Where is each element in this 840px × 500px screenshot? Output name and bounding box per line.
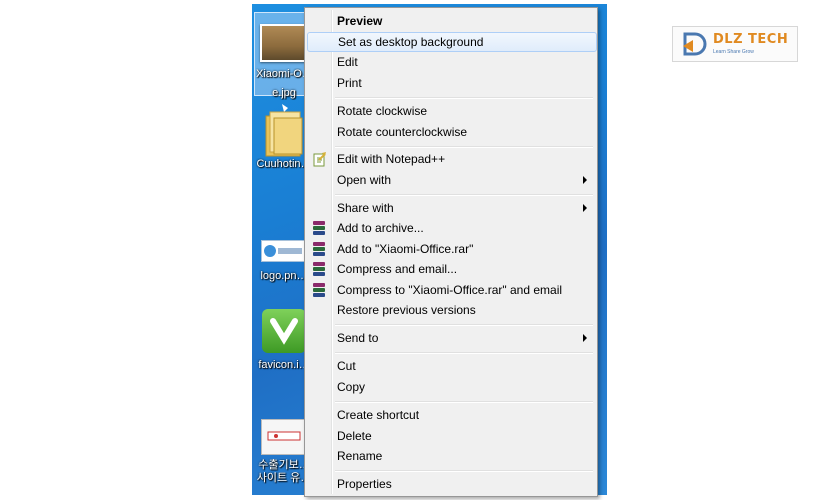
brand-logo: DLZ TECH Learn Share Grow [672,26,798,62]
menu-item-delete[interactable]: Delete [307,426,595,446]
menu-item-rotate-clockwise[interactable]: Rotate clockwise [307,101,595,121]
menu-item-compress-and-email[interactable]: Compress and email... [307,259,595,279]
menu-item-properties[interactable]: Properties [307,474,595,494]
menu-item-rotate-counterclockwise[interactable]: Rotate counterclockwise [307,122,595,142]
menu-item-add-to-rar[interactable]: Add to "Xiaomi-Office.rar" [307,239,595,259]
menu-item-edit[interactable]: Edit [307,52,595,72]
menu-item-rename[interactable]: Rename [307,446,595,466]
folder-icon [262,102,306,158]
menu-item-compress-to-rar-and-email[interactable]: Compress to "Xiaomi-Office.rar" and emai… [307,280,595,300]
menu-separator [335,146,593,148]
notepadpp-icon [312,151,328,167]
favicon-icon [262,309,306,353]
menu-item-restore-previous-versions[interactable]: Restore previous versions [307,300,595,320]
menu-item-preview[interactable]: Preview [307,11,595,31]
menu-item-open-with[interactable]: Open with [307,170,595,190]
brand-name: DLZ TECH [713,32,789,47]
submenu-arrow-icon [583,176,587,184]
menu-item-copy[interactable]: Copy [307,377,595,397]
document-thumbnail-icon [261,419,307,455]
menu-item-send-to[interactable]: Send to [307,328,595,348]
menu-separator [335,194,593,196]
brand-tagline: Learn Share Grow [713,49,754,55]
menu-item-cut[interactable]: Cut [307,356,595,376]
png-file-icon [261,240,307,262]
winrar-icon [312,261,328,277]
submenu-arrow-icon [583,334,587,342]
submenu-arrow-icon [583,204,587,212]
image-thumbnail-icon [260,24,308,62]
winrar-icon [312,282,328,298]
menu-separator [335,470,593,472]
menu-separator [335,97,593,99]
menu-item-print[interactable]: Print [307,73,595,93]
winrar-icon [312,241,328,257]
menu-item-add-to-archive[interactable]: Add to archive... [307,218,595,238]
menu-separator [335,352,593,354]
dlz-logo-icon [681,30,709,58]
winrar-icon [312,220,328,236]
menu-item-share-with[interactable]: Share with [307,198,595,218]
context-menu: Preview Set as desktop background Edit P… [304,7,598,497]
menu-separator [335,401,593,403]
menu-item-edit-with-notepadpp[interactable]: Edit with Notepad++ [307,149,595,169]
menu-separator [335,324,593,326]
menu-item-create-shortcut[interactable]: Create shortcut [307,405,595,425]
menu-item-set-desktop-background[interactable]: Set as desktop background [307,32,597,52]
